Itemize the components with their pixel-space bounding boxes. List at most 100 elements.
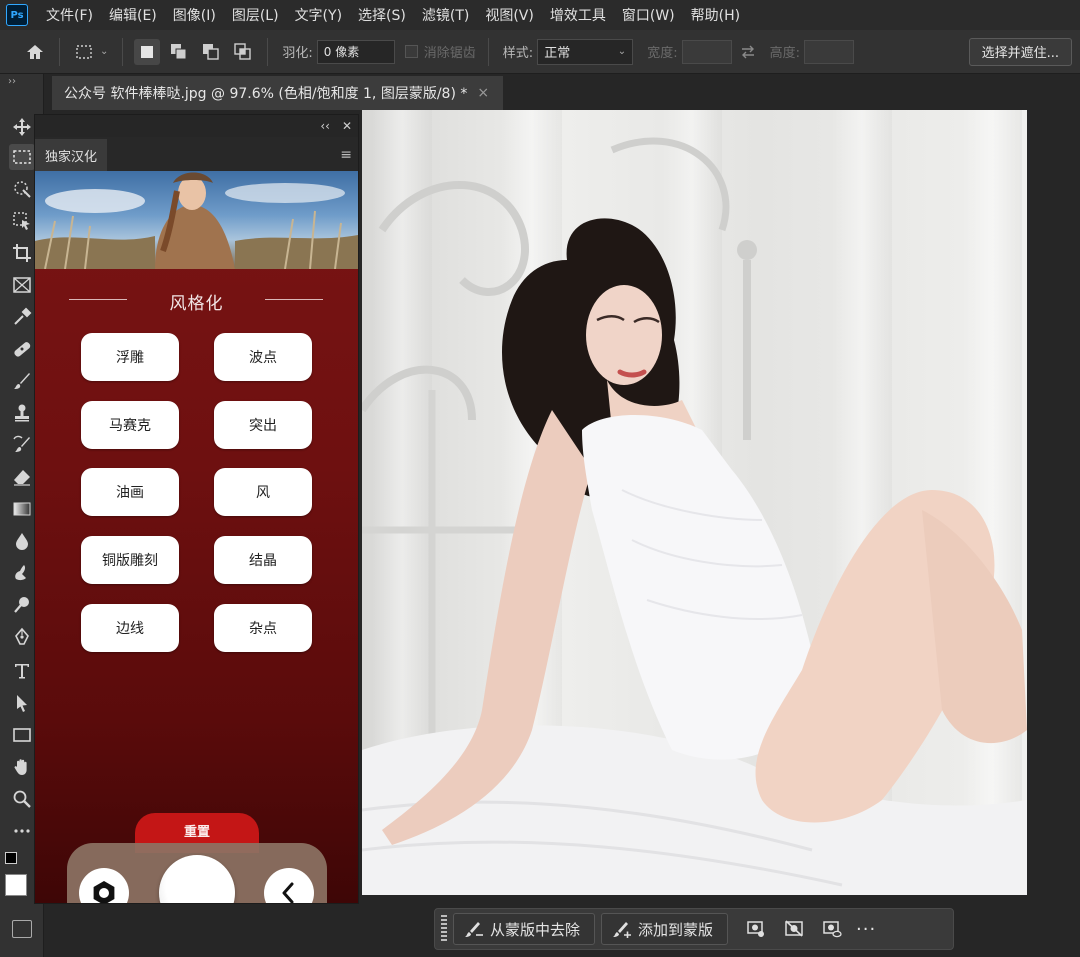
separator	[487, 37, 489, 66]
emboss-button[interactable]: 浮雕	[81, 333, 179, 381]
menu-type[interactable]: 文字(Y)	[287, 5, 350, 25]
healing-icon[interactable]	[9, 336, 35, 362]
zoom-icon[interactable]	[9, 786, 35, 812]
eraser-icon[interactable]	[9, 464, 35, 490]
brush-icon[interactable]	[9, 368, 35, 394]
blur-icon[interactable]	[9, 528, 35, 554]
intersect-selection-icon[interactable]	[230, 39, 256, 65]
oil-paint-button[interactable]: 油画	[81, 468, 179, 516]
menu-edit[interactable]: 编辑(E)	[101, 5, 165, 25]
wind-button[interactable]: 风	[214, 468, 312, 516]
history-brush-icon[interactable]	[9, 432, 35, 458]
home-icon[interactable]	[22, 39, 48, 65]
panel-menu-icon[interactable]: ≡	[340, 147, 358, 171]
document-tabs: 公众号 软件棒棒哒.jpg @ 97.6% (色相/饱和度 1, 图层蒙版/8)…	[44, 74, 1080, 110]
disable-mask-icon[interactable]	[778, 913, 810, 945]
mosaic-button[interactable]: 马赛克	[81, 401, 179, 449]
back-icon[interactable]	[264, 868, 314, 903]
drag-handle[interactable]	[441, 915, 447, 943]
document-tab[interactable]: 公众号 软件棒棒哒.jpg @ 97.6% (色相/饱和度 1, 图层蒙版/8)…	[52, 76, 504, 110]
mask-settings-icon[interactable]	[740, 913, 772, 945]
height-input[interactable]	[803, 39, 854, 64]
dodge-icon[interactable]	[9, 592, 35, 618]
width-input[interactable]	[681, 39, 732, 64]
rect-marquee-preset-icon[interactable]	[71, 39, 97, 65]
section-title: 风格化	[169, 294, 224, 314]
crystallize-button[interactable]: 结晶	[214, 536, 312, 584]
default-colors-icon[interactable]	[5, 852, 17, 864]
photoshop-window: Ps 文件(F) 编辑(E) 图像(I) 图层(L) 文字(Y) 选择(S) 滤…	[0, 0, 1080, 957]
swap-icon[interactable]	[735, 39, 761, 65]
menu-plugins[interactable]: 增效工具	[542, 5, 614, 25]
subtract-selection-icon[interactable]	[198, 39, 224, 65]
remove-from-mask-button[interactable]: 从蒙版中去除	[453, 913, 596, 945]
home-circle-button[interactable]	[159, 855, 235, 903]
extrude-button[interactable]: 突出	[214, 401, 312, 449]
antialias-checkbox[interactable]	[404, 45, 418, 58]
smudge-icon[interactable]	[9, 560, 35, 586]
mezzotint-button[interactable]: 铜版雕刻	[81, 536, 179, 584]
add-to-mask-label: 添加到蒙版	[638, 920, 714, 939]
collapse-icon[interactable]: ‹‹	[320, 119, 330, 133]
gradient-icon[interactable]	[9, 496, 35, 522]
menu-window[interactable]: 窗口(W)	[614, 5, 683, 25]
canvas-image[interactable]	[362, 110, 1027, 895]
add-selection-icon[interactable]	[166, 39, 192, 65]
stamp-icon[interactable]	[9, 400, 35, 426]
path-select-icon[interactable]	[9, 690, 35, 716]
eyedropper-icon[interactable]	[9, 304, 35, 330]
marquee-icon[interactable]	[9, 144, 35, 170]
height-label: 高度:	[769, 46, 800, 61]
menu-filter[interactable]: 滤镜(T)	[414, 5, 477, 25]
menu-help[interactable]: 帮助(H)	[683, 5, 748, 25]
separator	[59, 37, 60, 66]
plugin-panel: ‹‹ ✕ 独家汉化 ≡ 风格化 浮雕 波点 马赛克 突出 油画 风 铜版雕刻 结…	[34, 114, 359, 904]
menu-file[interactable]: 文件(F)	[38, 5, 101, 25]
quick-mask-icon[interactable]	[12, 920, 32, 938]
mask-view-icon[interactable]	[816, 913, 848, 945]
options-bar: ⌄ 羽化: 0 像素 消除锯齿 样式: 正常 ⌄ 宽度: 高度: 选择并遮住..…	[0, 30, 1080, 74]
menu-image[interactable]: 图像(I)	[165, 5, 224, 25]
remove-from-mask-label: 从蒙版中去除	[490, 920, 581, 939]
settings-icon[interactable]	[79, 868, 129, 903]
close-icon[interactable]: ×	[477, 85, 489, 101]
hand-icon[interactable]	[9, 754, 35, 780]
style-label: 样式:	[502, 46, 534, 61]
menu-layer[interactable]: 图层(L)	[224, 5, 287, 25]
close-icon[interactable]: ✕	[342, 119, 352, 133]
separator	[122, 37, 124, 66]
crop-icon[interactable]	[9, 240, 35, 266]
pen-icon[interactable]	[9, 624, 35, 650]
more-options-icon[interactable]: ···	[856, 919, 876, 940]
width-label: 宽度:	[647, 46, 678, 61]
add-to-mask-button[interactable]: 添加到蒙版	[601, 913, 729, 945]
halftone-button[interactable]: 波点	[214, 333, 312, 381]
select-and-mask-button[interactable]: 选择并遮住...	[968, 37, 1072, 66]
tab-exclusive-localization[interactable]: 独家汉化	[35, 139, 108, 171]
foreground-color-swatch[interactable]	[5, 874, 27, 896]
style-select[interactable]: 正常 ⌄	[537, 38, 634, 65]
photo-illustration	[362, 137, 1027, 895]
quick-select-icon[interactable]	[9, 176, 35, 202]
banner-illustration	[35, 172, 358, 269]
antialias-label: 消除锯齿	[423, 46, 476, 61]
brush-plus-icon	[613, 922, 632, 938]
expand-icon[interactable]: ››	[8, 76, 16, 87]
frame-icon[interactable]	[9, 272, 35, 298]
panel-body: 风格化 浮雕 波点 马赛克 突出 油画 风 铜版雕刻 结晶 边线 杂点 重置	[35, 171, 358, 903]
banner-image	[35, 171, 358, 269]
move-icon[interactable]	[9, 114, 35, 140]
more-tools-icon[interactable]	[9, 818, 35, 844]
object-select-icon[interactable]	[9, 208, 35, 234]
menu-select[interactable]: 选择(S)	[350, 5, 414, 25]
ps-logo: Ps	[6, 4, 28, 26]
edges-button[interactable]: 边线	[81, 604, 179, 652]
rectangle-icon[interactable]	[9, 722, 35, 748]
feather-input[interactable]: 0 像素	[316, 39, 395, 64]
new-selection-icon[interactable]	[134, 38, 161, 65]
chevron-down-icon[interactable]: ⌄	[100, 46, 108, 57]
chevron-down-icon: ⌄	[617, 46, 627, 57]
menu-view[interactable]: 视图(V)	[477, 5, 542, 25]
type-icon[interactable]	[9, 658, 35, 684]
noise-button[interactable]: 杂点	[214, 604, 312, 652]
